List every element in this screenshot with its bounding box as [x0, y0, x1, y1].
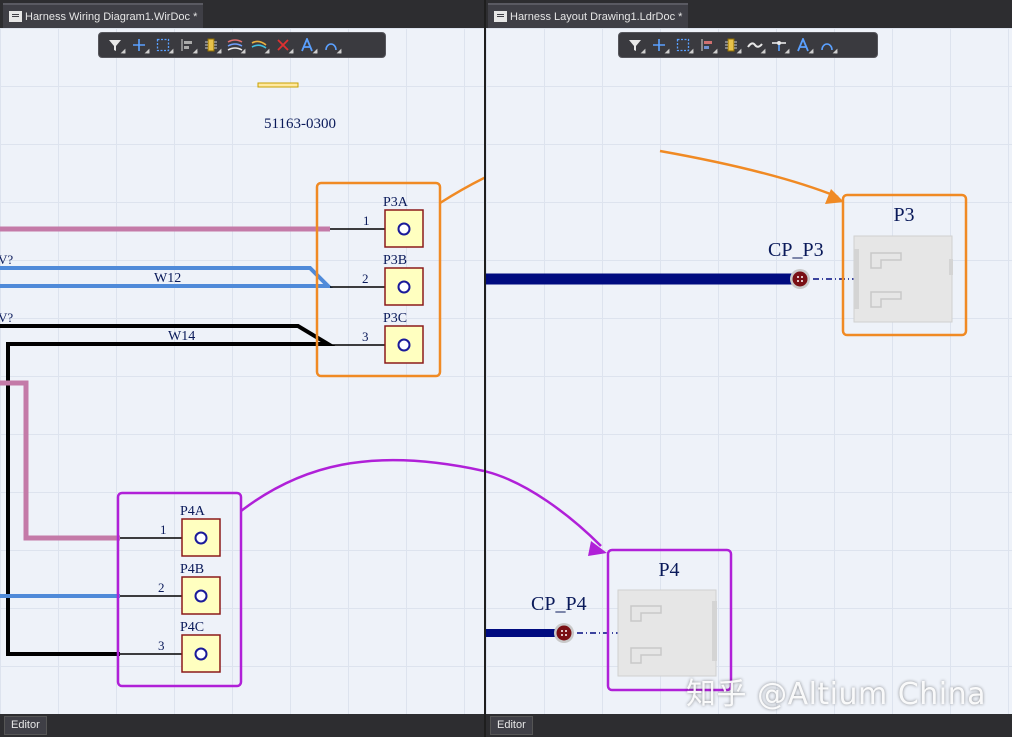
pin-p4b-label: P4B [180, 562, 204, 577]
left-editor-label[interactable]: Editor [4, 716, 47, 735]
pin-p3b-number: 2 [362, 271, 369, 286]
wire-w14-stub-label: V? [0, 310, 13, 325]
pin-p3c-number: 3 [362, 329, 369, 344]
pin-p4c-label: P4C [180, 620, 204, 635]
wire-w14[interactable] [0, 324, 336, 656]
cable-icon[interactable] [247, 34, 271, 56]
p4-link-arrow-end [486, 470, 602, 547]
arc-icon[interactable] [319, 34, 343, 56]
align-icon[interactable] [695, 34, 719, 56]
connection-point-p3[interactable] [790, 269, 810, 289]
layout-drawing-toolbar [618, 32, 878, 58]
p3-designator: P3 [893, 204, 914, 226]
layout-drawing-scene: CP_P3 CP_P4 P3 P4 [486, 149, 968, 692]
pin-p4b-number: 2 [158, 580, 165, 595]
left-status-bar: Editor [0, 714, 484, 737]
pin-p3a-label: P3A [383, 195, 409, 210]
wire-w12-stub-label: V? [0, 252, 13, 267]
watermark-text: 知乎 @Altium China [686, 677, 986, 712]
arc-icon[interactable] [815, 34, 839, 56]
p3-link-arrow-start [439, 176, 484, 205]
wiring-diagram-tab-label: Harness Wiring Diagram1.WirDoc * [25, 11, 198, 23]
pin-p3b-label: P3B [383, 253, 407, 268]
document-icon [494, 11, 507, 22]
pin-p4a-label: P4A [180, 504, 206, 519]
filter-icon[interactable] [103, 34, 127, 56]
no-connect-icon[interactable] [271, 34, 295, 56]
wire-pink-p4a[interactable] [0, 380, 120, 541]
connector-top-edge [257, 82, 299, 88]
right-editor-label[interactable]: Editor [490, 716, 533, 735]
p3-link-arrow-end [659, 149, 839, 199]
p4-highlight-box[interactable] [116, 491, 243, 688]
align-icon[interactable] [175, 34, 199, 56]
component-icon[interactable] [199, 34, 223, 56]
text-icon[interactable] [295, 34, 319, 56]
wiring-diagram-canvas[interactable]: 51163-0300 W12 W14 V? V? P3A P3B P3C 1 2… [0, 28, 484, 714]
wire-w12-label: W12 [154, 271, 181, 286]
pin-p3c-label: P3C [383, 311, 407, 326]
pin-p4c-number: 3 [158, 638, 165, 653]
p3-pins [330, 209, 424, 364]
document-icon [9, 11, 22, 22]
p4-designator: P4 [658, 559, 679, 581]
p3-connector-body[interactable] [853, 235, 953, 323]
select-rect-icon[interactable] [671, 34, 695, 56]
layout-drawing-canvas[interactable]: CP_P3 CP_P4 P3 P4 [486, 28, 1012, 714]
connection-point-p4[interactable] [554, 623, 574, 643]
wiring-diagram-toolbar [98, 32, 386, 58]
cp-p3-label: CP_P3 [768, 239, 824, 261]
right-status-bar: Editor [486, 714, 1012, 737]
p3-arrowhead [825, 189, 844, 204]
part-number-label: 51163-0300 [264, 116, 336, 132]
p4-pins [120, 518, 221, 673]
cross-icon[interactable] [647, 34, 671, 56]
wiring-diagram-tab[interactable]: Harness Wiring Diagram1.WirDoc * [3, 3, 204, 28]
p4-connector-body[interactable] [617, 589, 717, 677]
wiring-diagram-drawing: 51163-0300 W12 W14 V? V? P3A P3B P3C 1 2… [0, 82, 484, 688]
wire-icon[interactable] [743, 34, 767, 56]
pin-p3a-number: 1 [363, 213, 370, 228]
layout-drawing-tab-label: Harness Layout Drawing1.LdrDoc * [510, 11, 683, 23]
right-tab-bar: Harness Layout Drawing1.LdrDoc * [486, 0, 1012, 28]
filter-icon[interactable] [623, 34, 647, 56]
layout-drawing-pane: Harness Layout Drawing1.LdrDoc * CP_P3 C… [486, 0, 1012, 737]
left-tab-bar: Harness Wiring Diagram1.WirDoc * [0, 0, 484, 28]
wiring-diagram-pane: Harness Wiring Diagram1.WirDoc * 51163-0… [0, 0, 484, 737]
wire-icon[interactable] [223, 34, 247, 56]
connection-point-icon[interactable] [767, 34, 791, 56]
text-icon[interactable] [791, 34, 815, 56]
select-rect-icon[interactable] [151, 34, 175, 56]
component-icon[interactable] [719, 34, 743, 56]
pin-p4a-number: 1 [160, 522, 167, 537]
layout-drawing-tab[interactable]: Harness Layout Drawing1.LdrDoc * [488, 3, 689, 28]
cross-icon[interactable] [127, 34, 151, 56]
wire-w14-label: W14 [168, 329, 195, 344]
p4-link-arrow-start [240, 458, 484, 512]
cp-p4-label: CP_P4 [531, 593, 587, 615]
